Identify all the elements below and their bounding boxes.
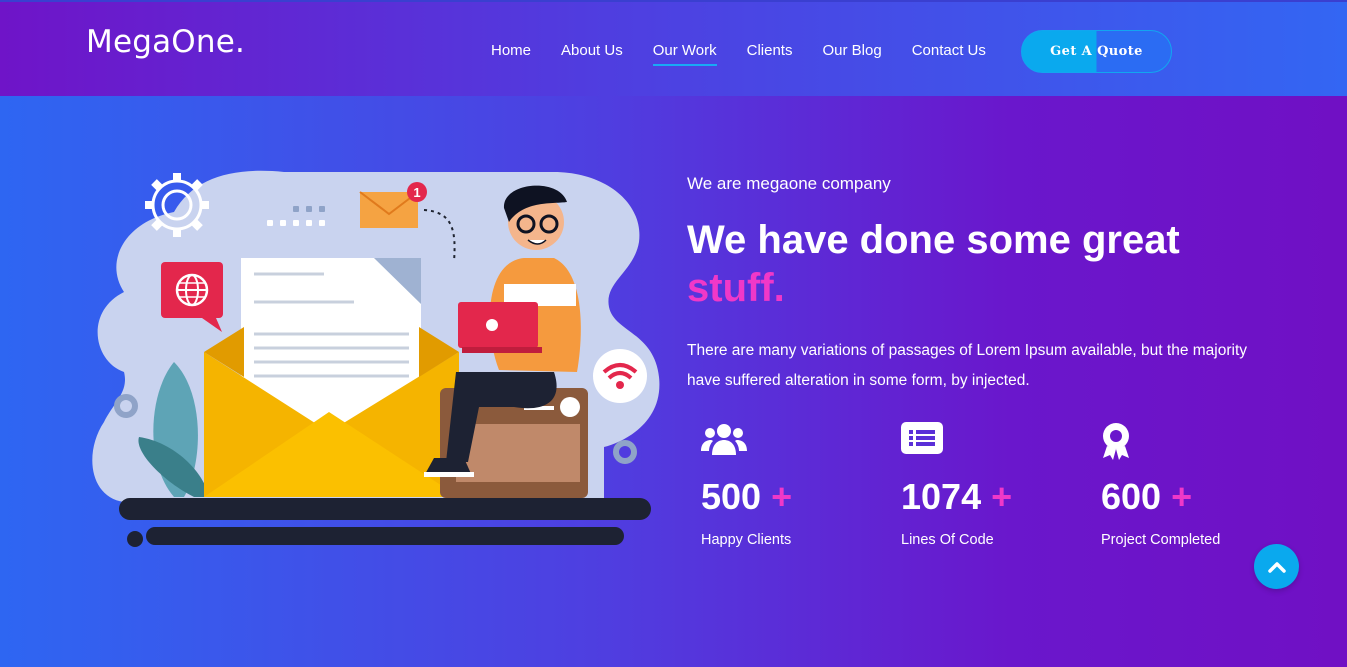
stat-lines-of-code: 1074 + Lines Of Code [901, 422, 1101, 548]
stat-suffix: + [1171, 476, 1193, 517]
users-icon [701, 424, 747, 455]
hero-eyebrow: We are megaone company [687, 174, 891, 193]
headline-accent: stuff. [687, 266, 785, 310]
stat-value: 1074 [901, 476, 982, 517]
stat-label: Happy Clients [701, 532, 792, 548]
nav-item-contact-us[interactable]: Contact Us [912, 42, 986, 66]
main-nav: Home About Us Our Work Clients Our Blog … [491, 42, 1016, 66]
award-icon [1103, 423, 1129, 460]
stats-row: 500+ Happy Clients 1074+ Lines Of Code [701, 422, 1301, 548]
nav-item-our-blog[interactable]: Our Blog [822, 42, 881, 66]
nav-item-home[interactable]: Home [491, 42, 531, 66]
gear-icon [613, 440, 637, 464]
hero-description: There are many variations of passages of… [687, 342, 1247, 389]
stat-suffix: + [771, 476, 793, 517]
stat-value: 500 [701, 476, 762, 517]
list-icon [901, 422, 943, 454]
stat-suffix: + [991, 476, 1013, 517]
nav-item-about-us[interactable]: About Us [561, 42, 623, 66]
get-a-quote-button[interactable]: Get A Quote [1021, 30, 1172, 73]
logo[interactable]: MegaOne. [86, 24, 245, 60]
hero-headline: We have done some great stuff. [687, 216, 1247, 312]
hero-section: 1 We are megaone company We have done so… [0, 96, 1347, 667]
headline-text: We have done some great [687, 218, 1180, 262]
stat-label: Lines Of Code [901, 532, 994, 548]
laptop-icon [458, 302, 542, 353]
nav-item-our-work[interactable]: Our Work [652, 42, 717, 66]
notification-count: 1 [413, 185, 420, 200]
chevron-up-icon [1267, 561, 1286, 573]
wifi-icon [593, 349, 647, 403]
nav-item-clients[interactable]: Clients [747, 42, 793, 66]
stat-project-completed: 600 + Project Completed [1101, 422, 1301, 548]
stat-value: 600 [1101, 476, 1162, 517]
stat-happy-clients: 500 + Happy Clients [701, 422, 901, 548]
hero-illustration: 1 [92, 170, 660, 547]
site-header: MegaOne. Home About Us Our Work Clients … [0, 0, 1347, 96]
scroll-to-top-button[interactable] [1254, 544, 1299, 589]
